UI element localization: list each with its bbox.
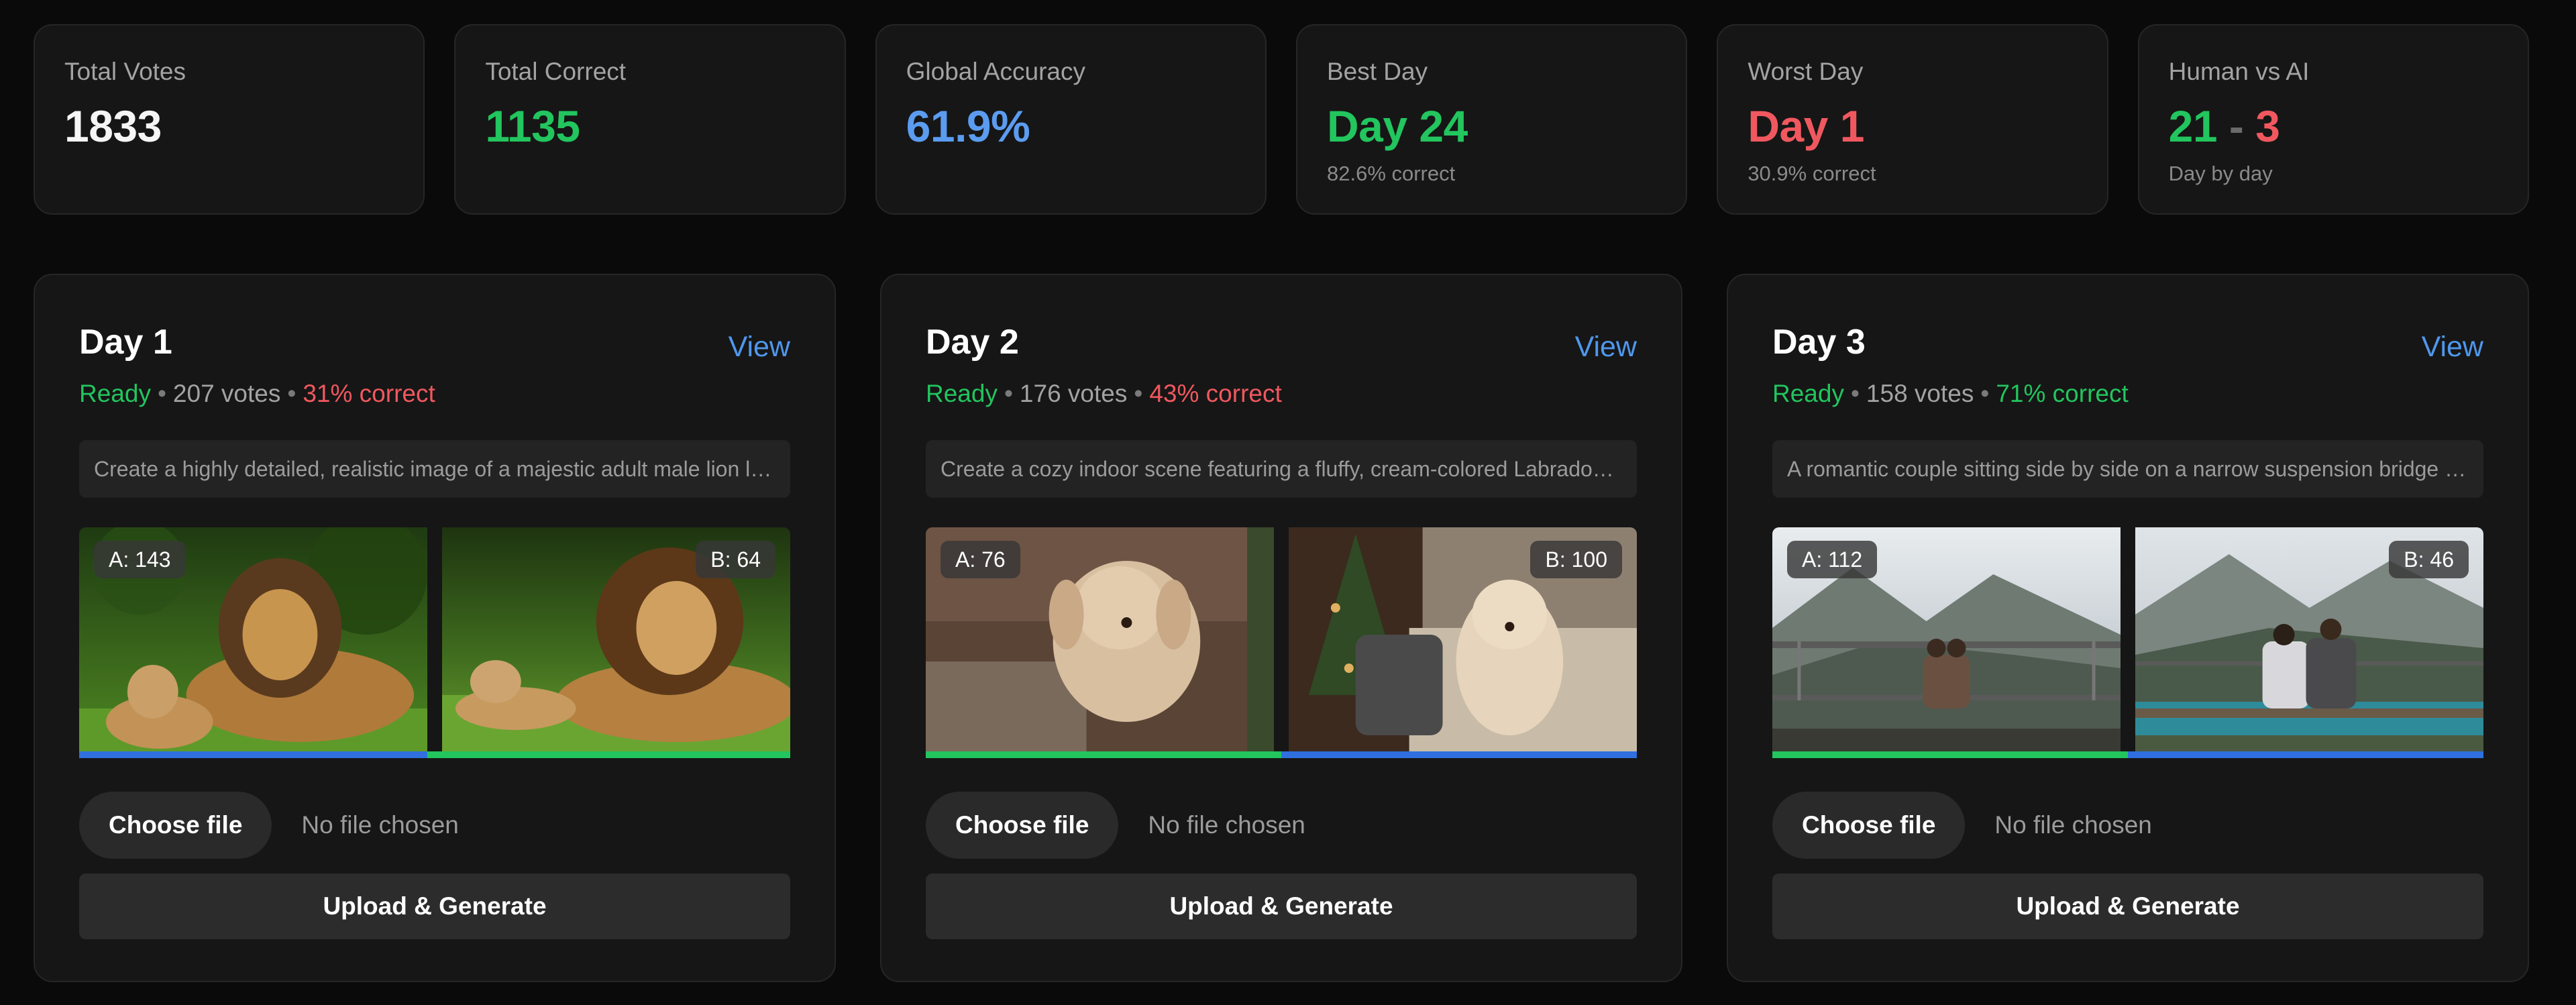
vote-share-b: [2128, 751, 2483, 758]
votes-count: 176 votes: [1019, 380, 1128, 407]
image-pair: A: 112 B: 46: [1772, 527, 2483, 758]
stat-value: 61.9%: [906, 101, 1030, 151]
vote-share-a: [79, 751, 428, 758]
upload-generate-button[interactable]: Upload & Generate: [79, 874, 790, 939]
stat-global-accuracy: Global Accuracy 61.9%: [875, 24, 1267, 215]
vote-badge-b: B: 46: [2389, 541, 2469, 578]
day-header: Day 3 View: [1772, 325, 2483, 365]
dashboard: Total Votes 1833 Total Correct 1135 Glob…: [0, 0, 2576, 1005]
day-meta: Ready • 207 votes • 31% correct: [79, 380, 435, 407]
prompt-text: Create a highly detailed, realistic imag…: [79, 440, 790, 498]
file-picker: Choose file No file chosen: [79, 792, 459, 859]
stat-best-day: Best Day Day 24 82.6% correct: [1295, 24, 1688, 215]
vote-share-b: [427, 751, 790, 758]
vote-share-bar: [1772, 751, 2483, 758]
vote-badge-b: B: 100: [1530, 541, 1622, 578]
day-card-2: Day 2 View Ready • 176 votes • 43% correct C…: [880, 274, 1682, 982]
file-status: No file chosen: [1994, 811, 2152, 839]
image-b[interactable]: B: 64: [442, 527, 790, 758]
accuracy-text: 31% correct: [303, 380, 435, 407]
ai-score: 3: [2255, 101, 2280, 151]
prompt-text: A romantic couple sitting side by side o…: [1772, 440, 2483, 498]
choose-file-button[interactable]: Choose file: [926, 792, 1119, 859]
vote-share-a: [926, 751, 1281, 758]
day-title: Day 1: [79, 323, 172, 362]
stat-subtext: 30.9% correct: [1748, 162, 1876, 185]
image-pair: A: 143 B: 64: [79, 527, 790, 758]
day-card-3: Day 3 View Ready • 158 votes • 71% correct A…: [1727, 274, 2529, 982]
image-a[interactable]: A: 143: [79, 527, 427, 758]
vote-badge-a: A: 76: [941, 541, 1020, 578]
image-pair: A: 76 B: 100: [926, 527, 1637, 758]
stat-label: Worst Day: [1748, 58, 1864, 85]
upload-generate-button[interactable]: Upload & Generate: [1772, 874, 2483, 939]
stats-row: Total Votes 1833 Total Correct 1135 Glob…: [34, 24, 2529, 215]
stat-value: 1833: [64, 101, 162, 151]
vote-badge-b: B: 64: [696, 541, 775, 578]
votes-count: 207 votes: [172, 380, 281, 407]
vote-share-bar: [926, 751, 1637, 758]
file-status: No file chosen: [301, 811, 459, 839]
file-picker: Choose file No file chosen: [1772, 792, 2152, 859]
image-b[interactable]: B: 100: [1289, 527, 1637, 758]
view-link[interactable]: View: [2422, 333, 2483, 362]
day-cards: Day 1 View Ready • 207 votes • 31% correct C…: [34, 274, 2529, 982]
status-text: Ready: [926, 380, 998, 407]
vote-share-b: [1281, 751, 1637, 758]
image-a[interactable]: A: 76: [926, 527, 1274, 758]
view-link[interactable]: View: [1575, 333, 1637, 362]
stat-total-correct: Total Correct 1135: [454, 24, 846, 215]
stat-value: Day 1: [1748, 101, 1864, 151]
accuracy-text: 71% correct: [1996, 380, 2129, 407]
choose-file-button[interactable]: Choose file: [1772, 792, 1966, 859]
day-title: Day 3: [1772, 323, 1866, 362]
stat-label: Best Day: [1326, 58, 1428, 85]
stat-score: 21 - 3: [2169, 104, 2498, 148]
score-separator: -: [2229, 101, 2244, 151]
file-status: No file chosen: [1148, 811, 1305, 839]
stat-value: 1135: [485, 101, 580, 151]
vote-share-bar: [79, 751, 790, 758]
stat-label: Global Accuracy: [906, 58, 1086, 85]
vote-share-a: [1772, 751, 2128, 758]
vote-badge-a: A: 112: [1787, 541, 1878, 578]
human-score: 21: [2168, 101, 2218, 151]
day-meta: Ready • 176 votes • 43% correct: [926, 380, 1282, 407]
file-picker: Choose file No file chosen: [926, 792, 1305, 859]
stat-value: Day 24: [1326, 101, 1468, 151]
upload-generate-button[interactable]: Upload & Generate: [926, 874, 1637, 939]
status-text: Ready: [79, 380, 151, 407]
image-b[interactable]: B: 46: [2135, 527, 2483, 758]
votes-count: 158 votes: [1866, 380, 1974, 407]
stat-human-vs-ai: Human vs AI 21 - 3 Day by day: [2137, 24, 2529, 215]
stat-label: Total Votes: [64, 58, 186, 85]
accuracy-text: 43% correct: [1149, 380, 1282, 407]
stat-worst-day: Worst Day Day 1 30.9% correct: [1717, 24, 2108, 215]
day-card-1: Day 1 View Ready • 207 votes • 31% correct C…: [34, 274, 836, 982]
day-title: Day 2: [926, 323, 1019, 362]
choose-file-button[interactable]: Choose file: [79, 792, 272, 859]
view-link[interactable]: View: [729, 333, 790, 362]
stat-total-votes: Total Votes 1833: [34, 24, 425, 215]
status-text: Ready: [1772, 380, 1844, 407]
prompt-text: Create a cozy indoor scene featuring a f…: [926, 440, 1637, 498]
stat-subtext: 82.6% correct: [1326, 162, 1456, 185]
day-header: Day 1 View: [79, 325, 790, 365]
vote-badge-a: A: 143: [94, 541, 186, 578]
day-meta: Ready • 158 votes • 71% correct: [1772, 380, 2129, 407]
stat-subtext: Day by day: [2168, 162, 2273, 185]
stat-label: Total Correct: [485, 58, 627, 85]
image-a[interactable]: A: 112: [1772, 527, 2121, 758]
stat-label: Human vs AI: [2168, 58, 2310, 85]
day-header: Day 2 View: [926, 325, 1637, 365]
